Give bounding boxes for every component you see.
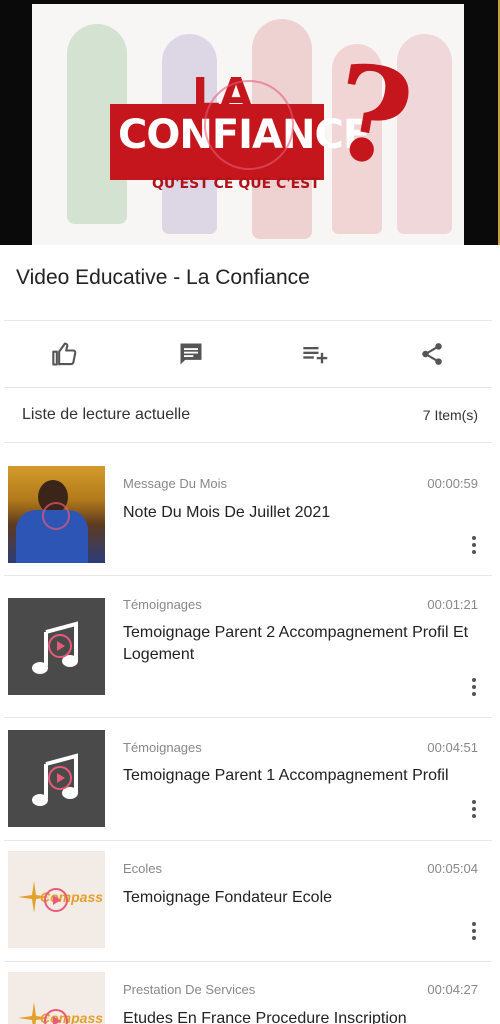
comment-icon[interactable] bbox=[176, 339, 206, 369]
like-icon[interactable] bbox=[50, 339, 80, 369]
list-item[interactable]: Témoignages 00:01:21 Temoignage Parent 2… bbox=[0, 576, 500, 717]
list-item[interactable]: Compass Prestation De Services 00:04:27 … bbox=[0, 962, 500, 1024]
playlist-label: Liste de lecture actuelle bbox=[22, 406, 191, 423]
item-thumbnail bbox=[8, 466, 105, 563]
video-player[interactable]: LA CONFIANCE QU'EST CE QUE C'EST ? bbox=[0, 0, 500, 245]
divider bbox=[4, 442, 492, 443]
item-category: Prestation De Services bbox=[123, 982, 256, 997]
music-note-icon bbox=[8, 598, 105, 695]
list-item[interactable]: Message Du Mois 00:00:59 Note Du Mois De… bbox=[0, 444, 500, 574]
more-options-icon[interactable] bbox=[472, 922, 476, 943]
item-title: Note Du Mois De Juillet 2021 bbox=[123, 504, 331, 521]
item-title: Temoignage Parent 1 Accompagnement Profi… bbox=[123, 767, 449, 784]
item-title: Temoignage Fondateur Ecole bbox=[123, 889, 333, 906]
music-note-icon bbox=[8, 730, 105, 827]
action-bar bbox=[4, 325, 496, 385]
more-options-icon[interactable] bbox=[472, 536, 476, 557]
item-duration: 00:04:27 bbox=[427, 982, 478, 997]
list-item[interactable]: Témoignages 00:04:51 Temoignage Parent 1… bbox=[0, 718, 500, 840]
video-thumbnail[interactable]: LA CONFIANCE QU'EST CE QUE C'EST ? bbox=[32, 4, 464, 245]
compass-logo: Compass bbox=[8, 972, 105, 1024]
item-title: Etudes En France Procedure Inscription bbox=[123, 1010, 407, 1024]
item-category: Témoignages bbox=[123, 597, 202, 612]
item-duration: 00:00:59 bbox=[427, 476, 478, 491]
item-category: Message Du Mois bbox=[123, 476, 228, 491]
playlist-count: 7 Item(s) bbox=[422, 407, 478, 423]
item-category: Ecoles bbox=[123, 861, 163, 876]
item-duration: 00:01:21 bbox=[427, 597, 478, 612]
divider bbox=[4, 320, 492, 321]
item-duration: 00:05:04 bbox=[427, 861, 478, 876]
thumb-subtitle: QU'EST CE QUE C'EST bbox=[152, 176, 320, 192]
more-options-icon[interactable] bbox=[472, 800, 476, 821]
item-category: Témoignages bbox=[123, 740, 202, 755]
play-icon[interactable] bbox=[204, 80, 294, 170]
item-title: Temoignage Parent 2 Accompagnement Profi… bbox=[123, 624, 469, 663]
add-to-playlist-icon[interactable] bbox=[300, 339, 330, 369]
list-item[interactable]: Compass Ecoles 00:05:04 Temoignage Fonda… bbox=[0, 841, 500, 961]
divider bbox=[4, 387, 492, 388]
more-options-icon[interactable] bbox=[472, 678, 476, 699]
video-title: Video Educative - La Confiance bbox=[16, 266, 310, 289]
compass-logo: Compass bbox=[8, 851, 105, 948]
share-icon[interactable] bbox=[417, 339, 447, 369]
item-duration: 00:04:51 bbox=[427, 740, 478, 755]
